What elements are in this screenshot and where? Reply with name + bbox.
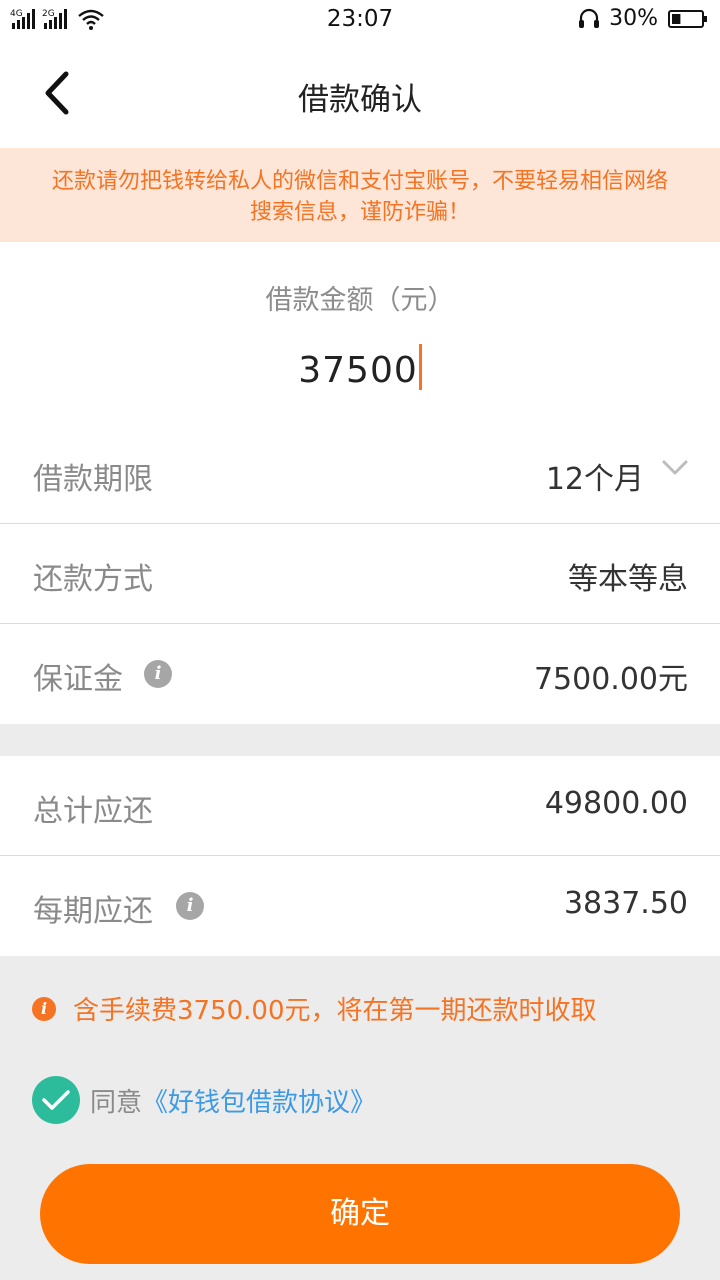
battery-icon [668, 9, 707, 28]
status-right: 30% [577, 6, 708, 31]
status-bar: 4G 2G 23:07 30% [0, 0, 720, 40]
warning-line-2: 搜索信息，谨防诈骗！ [249, 200, 470, 225]
loan-amount-section: 借款金额（元） 37500 [0, 242, 720, 424]
repayment-method-label: 还款方式 [33, 562, 153, 597]
per-period-repay-value: 3837.50 [563, 886, 688, 921]
page-title: 借款确认 [298, 82, 422, 118]
loan-term-value[interactable]: 12个月 [546, 454, 644, 498]
total-repay-value: 49800.00 [544, 786, 688, 821]
info-icon[interactable]: i [176, 892, 204, 920]
loan-term-row[interactable]: 借款期限 12个月 [0, 424, 720, 524]
info-icon[interactable]: i [144, 660, 172, 688]
deposit-label: 保证金 [33, 662, 123, 697]
per-period-repay-row: 每期应还 i 3837.50 [0, 856, 720, 956]
loan-amount-label: 借款金额（元） [265, 285, 455, 316]
text-cursor [418, 344, 422, 390]
total-repay-row: 总计应还 49800.00 [0, 756, 720, 856]
deposit-row: 保证金 i 7500.00元 [0, 624, 720, 724]
deposit-value: 7500.00元 [533, 662, 688, 697]
confirm-button[interactable]: 确定 [40, 1164, 680, 1264]
total-repay-label: 总计应还 [33, 794, 153, 829]
nav-bar: 借款确认 [0, 40, 720, 148]
chevron-down-icon[interactable] [660, 458, 690, 478]
check-icon [42, 1090, 70, 1110]
info-icon: i [32, 996, 56, 1021]
loan-amount-input[interactable]: 37500 [0, 344, 720, 391]
per-period-repay-label: 每期应还 [33, 894, 153, 929]
agreement-row: 同意 《好钱包借款协议》 [32, 1076, 376, 1124]
battery-percent: 30% [609, 6, 658, 31]
warning-line-1: 还款请勿把钱转给私人的微信和支付宝账号，不要轻易相信网络 [51, 169, 668, 194]
repayment-method-row: 还款方式 等本等息 [0, 524, 720, 624]
repayment-method-value: 等本等息 [568, 562, 688, 597]
agreement-checkbox[interactable] [32, 1076, 80, 1124]
loan-amount-value[interactable]: 37500 [298, 350, 418, 391]
agreement-link[interactable]: 《好钱包借款协议》 [142, 1082, 376, 1119]
loan-term-label: 借款期限 [33, 462, 153, 497]
fraud-warning-banner: 还款请勿把钱转给私人的微信和支付宝账号，不要轻易相信网络 搜索信息，谨防诈骗！ [0, 148, 720, 242]
headset-icon [579, 8, 600, 28]
fee-note-text: 含手续费3750.00元，将在第一期还款时收取 [73, 996, 597, 1026]
fee-note: i 含手续费3750.00元，将在第一期还款时收取 [32, 990, 597, 1027]
agreement-prefix: 同意 [90, 1087, 143, 1118]
